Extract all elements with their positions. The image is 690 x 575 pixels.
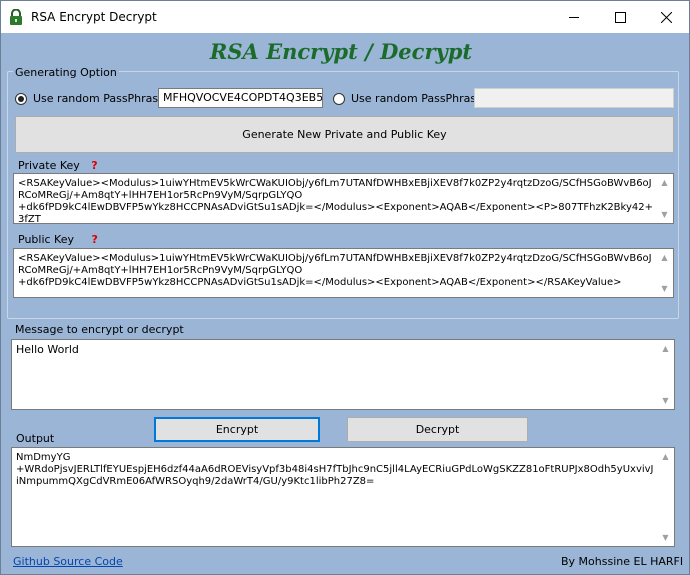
random-passphrase-label-1: Use random PassPhrase — [33, 92, 165, 105]
close-icon — [660, 11, 672, 23]
public-key-label: Public Key ? — [18, 233, 98, 246]
app-window: RSA Encrypt Decrypt RSA Encrypt / Decryp… — [0, 0, 690, 575]
public-key-textarea[interactable]: <RSAKeyValue><Modulus>1uiwYHtmEV5kWrCWaK… — [13, 248, 674, 298]
scroll-down-icon[interactable]: ▼ — [657, 529, 674, 546]
title-bar[interactable]: RSA Encrypt Decrypt — [1, 1, 689, 33]
minimize-button[interactable] — [551, 1, 597, 33]
random-passphrase-radio-2[interactable] — [333, 93, 345, 105]
private-key-label-text: Private Key — [18, 159, 80, 172]
random-passphrase-label-2: Use random PassPhrase — [351, 92, 483, 105]
message-scrollbar[interactable]: ▲ ▼ — [657, 340, 674, 409]
scroll-up-icon[interactable]: ▲ — [657, 340, 674, 357]
private-key-label: Private Key ? — [18, 159, 98, 172]
private-key-textarea[interactable]: <RSAKeyValue><Modulus>1uiwYHtmEV5kWrCWaK… — [13, 173, 674, 224]
maximize-button[interactable] — [597, 1, 643, 33]
output-label: Output — [16, 432, 55, 445]
scroll-up-icon[interactable]: ▲ — [656, 249, 673, 266]
close-button[interactable] — [643, 1, 689, 33]
maximize-icon — [614, 11, 626, 23]
message-text: Hello World — [16, 343, 79, 356]
scroll-down-icon[interactable]: ▼ — [656, 280, 673, 297]
output-text: NmDmyYG +WRdoPjsvJERLTlfEYUEspjEH6dzf44a… — [16, 452, 654, 487]
scroll-up-icon[interactable]: ▲ — [656, 174, 673, 191]
message-label: Message to encrypt or decrypt — [15, 323, 184, 336]
private-key-help-icon[interactable]: ? — [91, 159, 97, 172]
public-key-label-text: Public Key — [18, 233, 74, 246]
output-scrollbar[interactable]: ▲ ▼ — [657, 448, 674, 546]
public-key-text: <RSAKeyValue><Modulus>1uiwYHtmEV5kWrCWaK… — [18, 253, 652, 288]
output-textarea[interactable]: NmDmyYG +WRdoPjsvJERLTlfEYUEspjEH6dzf44a… — [11, 447, 675, 547]
random-passphrase-radio-1[interactable] — [15, 93, 27, 105]
passphrase-input-2[interactable] — [474, 88, 674, 108]
generate-keys-button[interactable]: Generate New Private and Public Key — [15, 116, 674, 153]
window-title: RSA Encrypt Decrypt — [31, 10, 157, 24]
lock-icon — [10, 9, 22, 25]
private-key-scrollbar[interactable]: ▲ ▼ — [656, 174, 673, 223]
scroll-down-icon[interactable]: ▼ — [656, 206, 673, 223]
minimize-icon — [568, 16, 579, 18]
github-source-link[interactable]: Github Source Code — [13, 555, 123, 568]
message-textarea[interactable]: Hello World ▲ ▼ — [11, 339, 675, 410]
passphrase-input[interactable]: MFHQVOCVE4COPDT4Q3EB50' — [158, 88, 323, 108]
public-key-help-icon[interactable]: ? — [92, 233, 98, 246]
scroll-up-icon[interactable]: ▲ — [657, 448, 674, 465]
private-key-text: <RSAKeyValue><Modulus>1uiwYHtmEV5kWrCWaK… — [18, 178, 653, 224]
generating-option-label: Generating Option — [13, 66, 119, 79]
encrypt-button[interactable]: Encrypt — [154, 417, 320, 442]
public-key-scrollbar[interactable]: ▲ ▼ — [656, 249, 673, 297]
app-heading: RSA Encrypt / Decrypt — [209, 39, 473, 64]
decrypt-button[interactable]: Decrypt — [347, 417, 528, 442]
scroll-down-icon[interactable]: ▼ — [657, 392, 674, 409]
author-credit: By Mohssine EL HARFI — [561, 555, 684, 568]
